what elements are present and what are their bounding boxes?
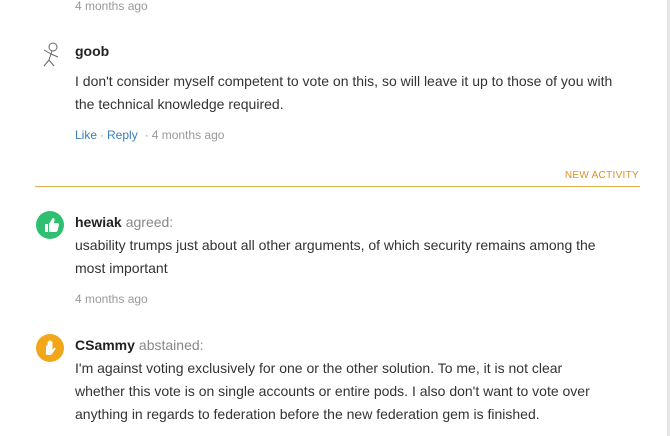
raised-hand-icon — [36, 334, 64, 362]
like-link[interactable]: Like — [75, 128, 97, 142]
separator: · — [144, 128, 149, 142]
vote-verb: abstained: — [138, 337, 204, 353]
comment-body: I don't consider myself competent to vot… — [75, 70, 650, 116]
comment-stream: 4 months ago goob I don't consider mysel… — [0, 0, 667, 436]
author-name[interactable]: goob — [75, 43, 109, 59]
comment-author[interactable]: CSammy abstained: — [75, 337, 204, 353]
comment-actions: 4 months ago — [75, 292, 148, 306]
new-activity-divider: NEW ACTIVITY — [35, 170, 640, 187]
comment-line: the technical knowledge required. — [75, 96, 284, 112]
comment-timestamp[interactable]: 4 months ago — [75, 292, 148, 306]
thumbs-up-icon — [36, 211, 64, 239]
separator: · — [100, 128, 105, 142]
new-activity-label: NEW ACTIVITY — [564, 170, 639, 181]
comment-actions: Like · Reply · 4 months ago — [75, 128, 224, 142]
comment-author[interactable]: goob — [75, 43, 109, 59]
comment-body: I'm against voting exclusively for one o… — [75, 357, 650, 426]
reply-link[interactable]: Reply — [107, 128, 138, 142]
stick-figure-avatar[interactable] — [36, 40, 64, 68]
author-name[interactable]: hewiak — [75, 214, 122, 230]
comment-line: anything in regards to federation before… — [75, 406, 540, 422]
comment-body: usability trumps just about all other ar… — [75, 234, 650, 280]
comment-line: most important — [75, 260, 168, 276]
previous-comment-timestamp: 4 months ago — [75, 0, 148, 13]
comment-line: whether this vote is on single accounts … — [75, 383, 590, 399]
comment-line: I don't consider myself competent to vot… — [75, 73, 613, 89]
author-name[interactable]: CSammy — [75, 337, 135, 353]
comment-timestamp[interactable]: 4 months ago — [152, 128, 225, 142]
comment-line: usability trumps just about all other ar… — [75, 237, 596, 253]
vote-verb: agreed: — [125, 214, 174, 230]
comment-line: I'm against voting exclusively for one o… — [75, 360, 563, 376]
comment-author[interactable]: hewiak agreed: — [75, 214, 173, 230]
